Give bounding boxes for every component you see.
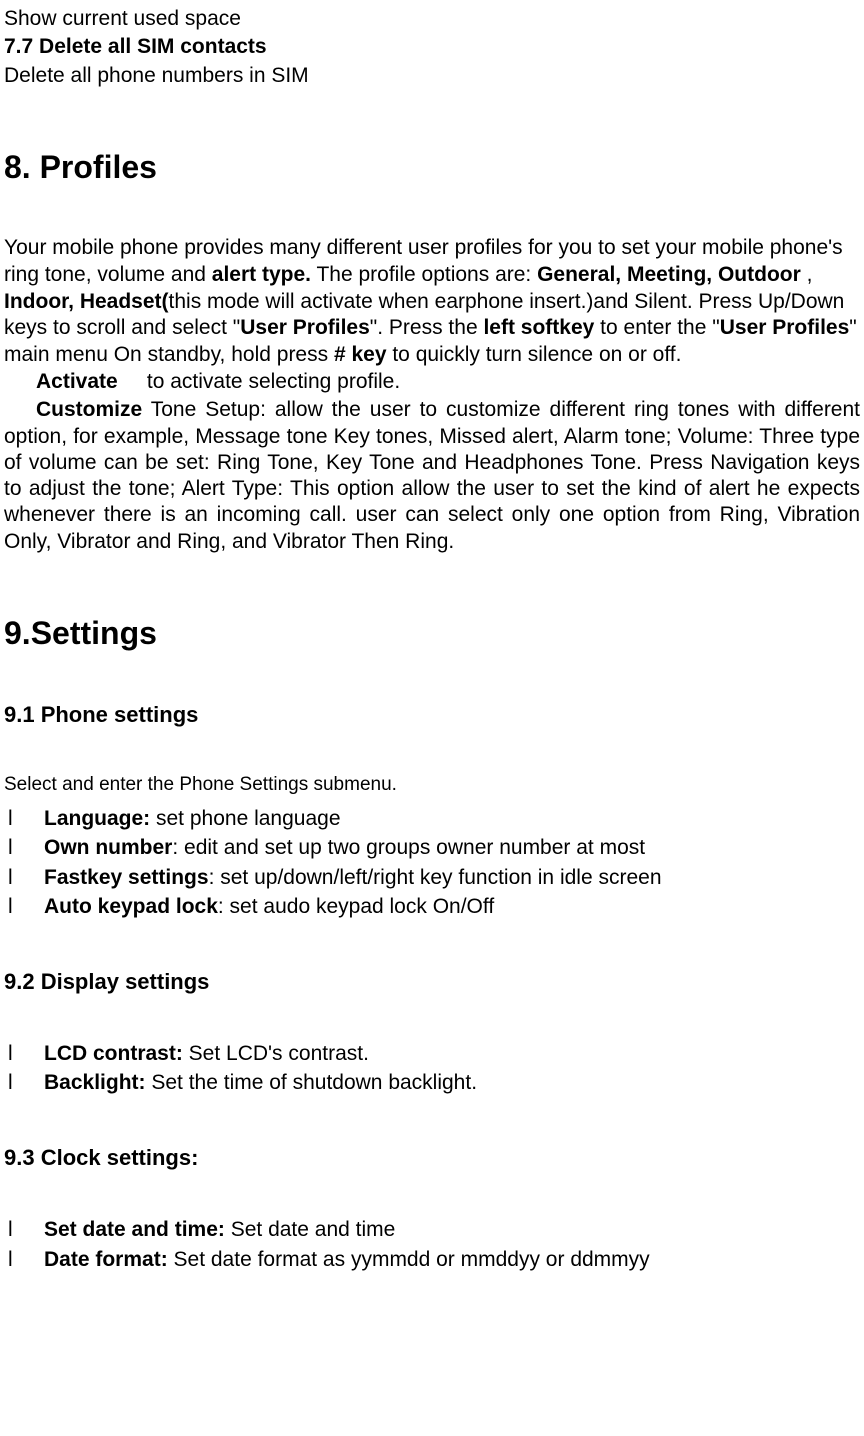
item-text: : set audo keypad lock On/Off xyxy=(218,895,494,918)
customize-label: Customize xyxy=(36,398,142,421)
bullet-icon: l xyxy=(8,1039,44,1068)
list-item: l Own number: edit and set up two groups… xyxy=(4,833,860,862)
list-item: l LCD contrast: Set LCD's contrast. xyxy=(4,1039,860,1068)
bullet-icon: l xyxy=(8,1245,44,1274)
activate-line: Activate to activate selecting profile. xyxy=(4,369,860,395)
text: ". Press the xyxy=(370,316,484,339)
item-label: LCD contrast: xyxy=(44,1042,183,1065)
heading-7-7: 7.7 Delete all SIM contacts xyxy=(4,34,860,60)
item-text: Set the time of shutdown backlight. xyxy=(146,1071,478,1094)
text-user-profiles: User Profiles xyxy=(240,316,370,339)
bullet-icon: l xyxy=(8,833,44,862)
list-item: l Backlight: Set the time of shutdown ba… xyxy=(4,1068,860,1097)
item-label: Set date and time: xyxy=(44,1218,225,1241)
heading-9-1: 9.1 Phone settings xyxy=(4,701,860,729)
item-label: Backlight: xyxy=(44,1071,146,1094)
customize-paragraph: Customize Tone Setup: allow the user to … xyxy=(4,397,860,555)
bullet-icon: l xyxy=(8,863,44,892)
text-91-intro: Select and enter the Phone Settings subm… xyxy=(4,772,860,798)
heading-profiles: 8. Profiles xyxy=(4,147,860,187)
item-text: : edit and set up two groups owner numbe… xyxy=(172,836,645,859)
list-item: l Set date and time: Set date and time xyxy=(4,1215,860,1244)
text: , xyxy=(801,263,813,286)
text-hash-key: # key xyxy=(334,343,387,366)
text-alert-type: alert type. xyxy=(212,263,311,286)
text-delete-sim: Delete all phone numbers in SIM xyxy=(4,63,860,89)
bullet-icon: l xyxy=(8,1068,44,1097)
item-text: Set LCD's contrast. xyxy=(183,1042,369,1065)
heading-9-2: 9.2 Display settings xyxy=(4,968,860,996)
heading-settings: 9.Settings xyxy=(4,613,860,653)
item-label: Own number xyxy=(44,836,172,859)
item-text: Set date and time xyxy=(225,1218,395,1241)
text-left-softkey: left softkey xyxy=(483,316,594,339)
item-text: set phone language xyxy=(150,807,340,830)
text: to enter the " xyxy=(594,316,719,339)
text-user-profiles-2: User Profiles xyxy=(720,316,850,339)
bullet-icon: l xyxy=(8,892,44,921)
text-show-space: Show current used space xyxy=(4,6,860,32)
item-label: Fastkey settings xyxy=(44,866,209,889)
list-item: l Fastkey settings: set up/down/left/rig… xyxy=(4,863,860,892)
item-label: Date format: xyxy=(44,1248,168,1271)
bullet-icon: l xyxy=(8,804,44,833)
activate-text: to activate selecting profile. xyxy=(147,370,400,393)
item-text: Set date format as yymmdd or mmddyy or d… xyxy=(168,1248,650,1271)
item-label: Language: xyxy=(44,807,150,830)
spacer xyxy=(118,370,147,393)
list-item: l Date format: Set date format as yymmdd… xyxy=(4,1245,860,1274)
text-indoor-headset: Indoor, Headset( xyxy=(4,290,169,313)
bullet-icon: l xyxy=(8,1215,44,1244)
item-text: : set up/down/left/right key function in… xyxy=(209,866,662,889)
text: to quickly turn silence on or off. xyxy=(387,343,682,366)
activate-label: Activate xyxy=(36,370,118,393)
list-item: l Language: set phone language xyxy=(4,804,860,833)
list-item: l Auto keypad lock: set audo keypad lock… xyxy=(4,892,860,921)
heading-9-3: 9.3 Clock settings: xyxy=(4,1144,860,1172)
profiles-paragraph: Your mobile phone provides many differen… xyxy=(4,235,860,369)
text-profile-list: General, Meeting, Outdoor xyxy=(537,263,801,286)
customize-text: Tone Setup: allow the user to customize … xyxy=(4,398,860,552)
item-label: Auto keypad lock xyxy=(44,895,218,918)
text: The profile options are: xyxy=(311,263,537,286)
